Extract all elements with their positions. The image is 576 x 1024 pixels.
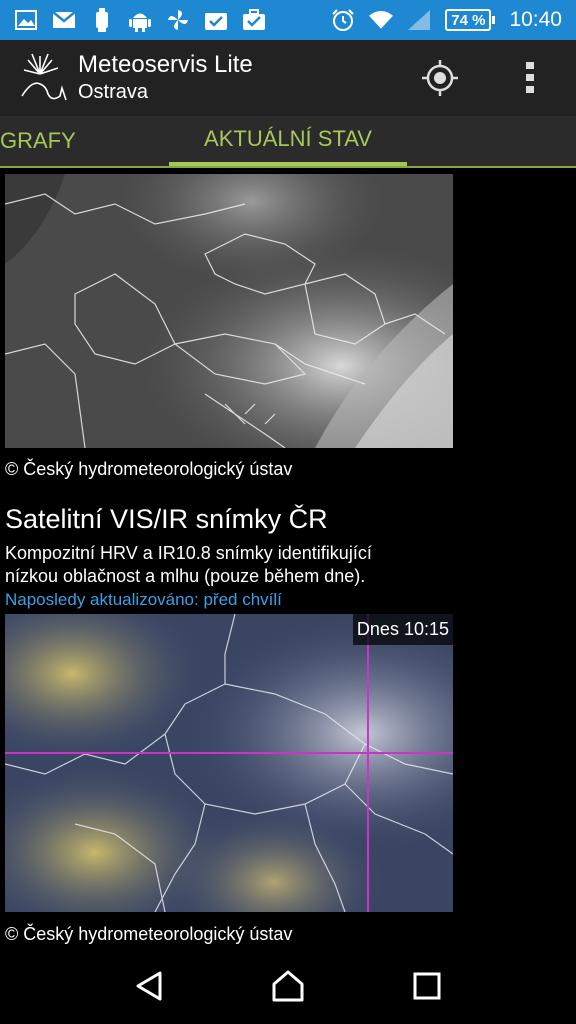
overflow-menu-icon: [526, 62, 534, 93]
overflow-menu-button[interactable]: [500, 48, 560, 108]
app-titles: Meteoservis Lite Ostrava: [78, 51, 253, 105]
current-state-content: © Český hydrometeorologický ústav Sateli…: [0, 170, 576, 948]
gmail-icon: [52, 8, 76, 32]
last-updated-text: Naposledy aktualizováno: před chvílí: [5, 590, 282, 609]
cellular-signal-icon: [407, 8, 431, 32]
location-button[interactable]: [410, 48, 470, 108]
section-description: Kompozitní HRV a IR10.8 snímky identifik…: [5, 543, 372, 586]
battery-tip: [492, 16, 496, 24]
android-icon: [128, 8, 152, 32]
image-timestamp: Dnes 10:15: [352, 614, 453, 645]
crosshair-vertical-line: [367, 614, 369, 912]
notification-icons: [0, 8, 266, 32]
image-copyright-2: © Český hydrometeorologický ústav: [5, 924, 293, 944]
usb-debug-icon: [90, 8, 114, 32]
battery-level: 74 %: [445, 9, 492, 31]
app-actions: [410, 48, 576, 108]
alarm-icon: [331, 8, 355, 32]
satellite-ir-map-image[interactable]: [5, 174, 453, 448]
app-logo-icon: [21, 53, 67, 101]
pinwheel-icon: [166, 8, 190, 32]
task-check-icon: [204, 8, 228, 32]
satellite-vis-ir-map-image: [5, 614, 453, 912]
tab-aktualni-stav[interactable]: AKTUÁLNÍ STAV: [169, 116, 407, 166]
tab-bar: GRAFY AKTUÁLNÍ STAV: [0, 116, 576, 168]
home-button[interactable]: [258, 956, 318, 1016]
back-button[interactable]: [119, 956, 179, 1016]
back-icon: [136, 971, 162, 1001]
location-icon: [422, 60, 458, 96]
status-bar: 74 % 10:40: [0, 0, 576, 40]
image-copyright: © Český hydrometeorologický ústav: [5, 459, 293, 479]
briefcase-check-icon: [242, 8, 266, 32]
app-title: Meteoservis Lite: [78, 51, 253, 78]
tab-grafy[interactable]: GRAFY: [0, 116, 76, 166]
recents-icon: [413, 972, 441, 1000]
app-bar: Meteoservis Lite Ostrava: [0, 40, 576, 116]
gallery-icon: [14, 8, 38, 32]
crosshair-horizontal-line: [5, 752, 453, 754]
system-navigation-bar: [0, 948, 576, 1024]
wifi-icon: [369, 8, 394, 32]
status-clock: 10:40: [509, 8, 562, 31]
section-title: Satelitní VIS/IR snímky ČR: [5, 504, 328, 534]
satellite-vis-ir-image-container[interactable]: Dnes 10:15: [5, 614, 453, 912]
system-icons: 74 % 10:40: [331, 8, 576, 32]
battery-indicator: 74 %: [445, 9, 496, 31]
recents-button[interactable]: [397, 956, 457, 1016]
home-icon: [272, 970, 304, 1002]
location-name: Ostrava: [78, 81, 149, 103]
